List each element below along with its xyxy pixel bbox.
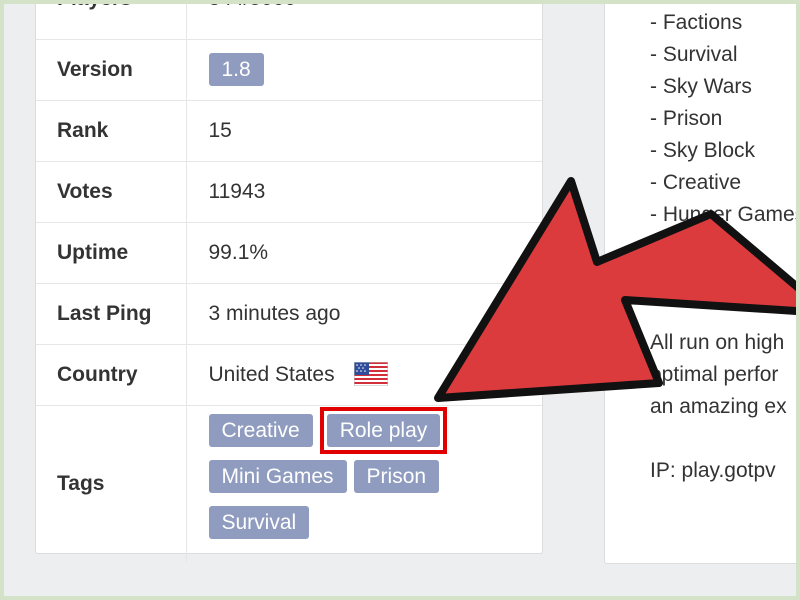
players-value: 344/5000	[186, 0, 542, 40]
description-line	[650, 423, 800, 455]
players-label: Players	[36, 0, 187, 40]
uptime-label: Uptime	[36, 222, 187, 284]
tag-role-play[interactable]: Role play	[326, 413, 441, 447]
votes-label: Votes	[36, 161, 187, 223]
description-line: - Sky Wars	[650, 75, 752, 98]
description-line: an amazing ex	[650, 395, 787, 418]
tag-highlight-box: Role play	[319, 406, 448, 454]
table-row-uptime: Uptime 99.1%	[36, 222, 542, 284]
description-line: - KitPvP	[650, 235, 726, 258]
version-badge: 1.8	[208, 53, 264, 86]
description-line: - Survival	[650, 43, 738, 66]
description-line: IP: play.gotpv	[650, 459, 776, 482]
tags-cell: Creative Role play Mini Games Prison Survi…	[186, 405, 542, 562]
description-line: - Factions	[650, 11, 743, 34]
description-line: - Sky Block	[650, 139, 756, 162]
country-value: United States	[208, 363, 335, 386]
tag-prison[interactable]: Prison	[353, 459, 440, 493]
tag-row: Mini Games Prison	[208, 459, 509, 506]
description-line: - and more!	[650, 267, 758, 290]
screen: Players 344/5000 Version 1.8 Rank 15 Vot…	[0, 0, 800, 600]
table-row-last-ping: Last Ping 3 minutes ago	[36, 283, 542, 345]
table-row-votes: Votes 11943	[36, 161, 542, 223]
tag-list: Creative Role play Mini Games Prison Survi…	[208, 406, 509, 562]
tag-row: Creative Role play	[208, 406, 509, 460]
last-ping-label: Last Ping	[36, 283, 187, 345]
rank-value: 15	[186, 100, 542, 162]
server-description: - Factions - Survival - Sky Wars - Priso…	[650, 7, 800, 487]
table-row-rank: Rank 15	[36, 100, 542, 162]
country-label: Country	[36, 344, 187, 406]
version-label: Version	[36, 39, 187, 101]
us-flag-icon	[354, 362, 389, 386]
description-line: - Creative	[650, 171, 742, 194]
tags-label: Tags	[36, 405, 187, 562]
last-ping-value: 3 minutes ago	[186, 283, 542, 345]
uptime-value: 99.1%	[186, 222, 542, 284]
votes-value: 11943	[186, 161, 542, 223]
description-line	[650, 295, 800, 327]
description-line: All run on high	[650, 331, 785, 354]
description-line: - Hunger Games	[650, 203, 800, 226]
server-info-card: Players 344/5000 Version 1.8 Rank 15 Vot…	[35, 0, 543, 562]
description-line: - Prison	[650, 107, 723, 130]
tag-survival[interactable]: Survival	[208, 505, 310, 539]
version-cell: 1.8	[186, 39, 542, 101]
tag-row: Survival	[208, 505, 509, 552]
description-line: optimal perfor	[650, 363, 779, 386]
table-row-tags: Tags Creative Role play Mini Games Prison …	[36, 405, 542, 562]
tag-mini-games[interactable]: Mini Games	[208, 459, 347, 493]
table-row-country: Country United States	[36, 344, 542, 406]
table-row-version: Version 1.8	[36, 39, 542, 101]
rank-label: Rank	[36, 100, 187, 162]
tag-creative[interactable]: Creative	[208, 413, 313, 447]
server-info-table: Players 344/5000 Version 1.8 Rank 15 Vot…	[36, 0, 542, 562]
table-row-players: Players 344/5000	[36, 0, 542, 40]
server-description-card: - Factions - Survival - Sky Wars - Priso…	[604, 0, 800, 564]
country-cell: United States	[186, 344, 542, 406]
